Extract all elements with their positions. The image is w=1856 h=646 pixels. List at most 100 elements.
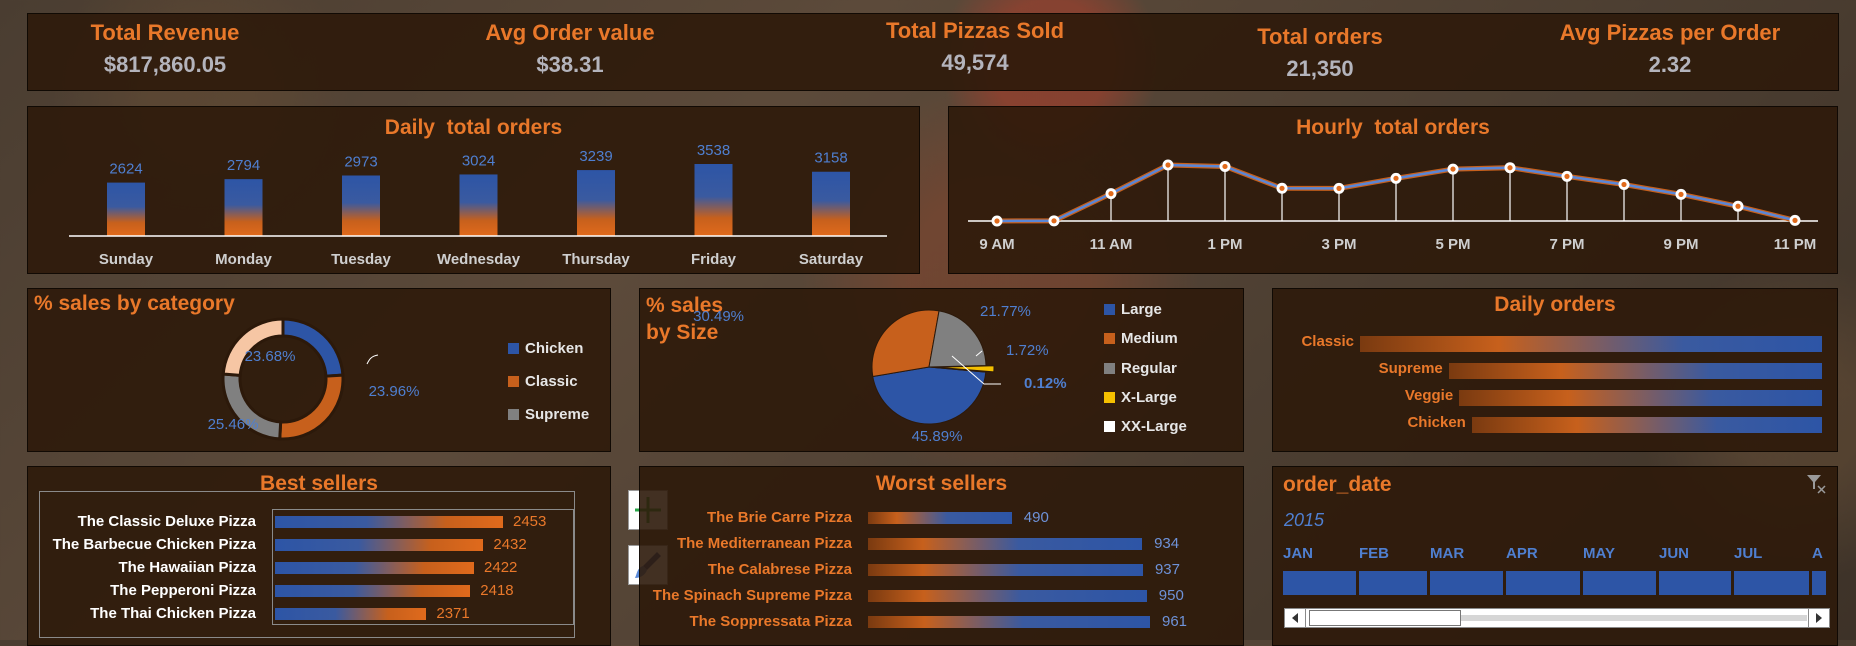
worst-seller-value: 961 xyxy=(1162,613,1188,630)
legend-swatch xyxy=(508,376,519,387)
daily-category-label: Wednesday xyxy=(437,251,521,268)
daily-bar-value: 2973 xyxy=(344,153,377,170)
best-seller-bar xyxy=(275,608,427,620)
donut-slice-label: 23.68% xyxy=(245,348,296,365)
best-seller-value: 2371 xyxy=(436,605,470,622)
kpi-value: 49,574 xyxy=(941,50,1009,75)
worst-sellers-title: Worst sellers xyxy=(875,472,1008,495)
timeline-month-label: MAR xyxy=(1430,545,1465,562)
kpi-label: Avg Order value xyxy=(485,20,655,45)
legend-large: Large xyxy=(1104,301,1162,318)
best-seller-bar xyxy=(275,516,503,528)
kpi-total-orders: Total orders 21,350 xyxy=(1180,24,1460,82)
data-point-core xyxy=(1678,191,1684,197)
legend-label: X-Large xyxy=(1121,389,1177,406)
data-point-core xyxy=(1393,175,1399,181)
timeline-month-label: APR xyxy=(1506,545,1538,562)
kpi-avg-pizzas-per-order: Avg Pizzas per Order 2.32 xyxy=(1510,20,1830,78)
daily-bar-value: 2624 xyxy=(109,161,142,178)
best-seller-bar xyxy=(275,562,475,574)
data-point-core xyxy=(1564,173,1570,179)
data-point-core xyxy=(1165,162,1171,168)
legend-label: Regular xyxy=(1121,360,1177,377)
worst-seller-value: 934 xyxy=(1154,535,1180,552)
slicer-year: 2015 xyxy=(1284,510,1325,530)
scroll-right-button[interactable] xyxy=(1808,609,1829,627)
hourly-total-orders-chart: 9 AM 11 AM 1 PM 3 PM 5 PM 7 PM 9 PM 11 PM xyxy=(968,159,1818,253)
legend-regular: Regular xyxy=(1104,360,1177,377)
data-point-core xyxy=(1621,181,1627,188)
data-point-core xyxy=(1507,165,1513,171)
timeline-month-label: JUL xyxy=(1734,545,1763,562)
legend-chicken: Chicken xyxy=(508,340,583,357)
timeline-month-cell xyxy=(1359,571,1427,595)
legend-swatch xyxy=(1104,363,1115,374)
worst-seller-bar xyxy=(868,538,1143,550)
donut-slice xyxy=(278,373,345,441)
legend-xx-large: XX-Large xyxy=(1104,418,1187,435)
legend-label: Supreme xyxy=(525,406,590,423)
timeline-month-cell xyxy=(1583,571,1656,595)
legend-label: XX-Large xyxy=(1121,418,1187,435)
timeline-month-label: JUN xyxy=(1659,545,1690,562)
worst-seller-bar xyxy=(868,616,1150,628)
hour-tick-label: 11 PM xyxy=(1774,236,1817,253)
legend-swatch xyxy=(508,343,519,354)
daily-category-label: Saturday xyxy=(799,251,864,268)
timeline-month-label: MAY xyxy=(1583,545,1615,562)
timeline-month-cell xyxy=(1659,571,1731,595)
timeline-month-cell xyxy=(1734,571,1809,595)
daily-orders-category-label: Chicken xyxy=(1407,414,1466,431)
daily-orders-category-label: Supreme xyxy=(1378,360,1443,377)
daily-bar xyxy=(342,175,380,236)
legend-swatch xyxy=(1104,333,1115,344)
hourly-total-orders-title: Hourly total orders xyxy=(1296,116,1490,139)
kpi-avg-order-value: Avg Order value $38.31 xyxy=(420,20,720,78)
kpi-value: 21,350 xyxy=(1286,56,1354,81)
legend-swatch xyxy=(508,409,519,420)
best-seller-label: The Hawaiian Pizza xyxy=(118,559,256,576)
daily-category-label: Monday xyxy=(215,251,272,268)
best-seller-label: The Barbecue Chicken Pizza xyxy=(52,536,256,553)
daily-total-orders-chart: 2624 Sunday 2794 Monday 2973 Tuesday 3024 Wedne… xyxy=(69,142,887,268)
pie-slice xyxy=(872,366,987,425)
timeline-month-label: JAN xyxy=(1283,545,1314,562)
daily-orders-bar xyxy=(1471,417,1822,433)
slicer-scrollbar[interactable] xyxy=(1284,608,1830,628)
legend-label: Classic xyxy=(525,373,578,390)
daily-bar-value: 3239 xyxy=(579,148,612,165)
clear-filter-icon[interactable] xyxy=(1805,472,1827,494)
kpi-label: Total Pizzas Sold xyxy=(885,18,1065,43)
hour-tick-label: 3 PM xyxy=(1321,236,1356,253)
scroll-track[interactable] xyxy=(1461,615,1807,621)
timeline-month-label: A xyxy=(1812,545,1823,562)
worst-seller-bar xyxy=(868,590,1147,602)
best-seller-value: 2422 xyxy=(484,559,518,576)
legend-x-large: X-Large xyxy=(1104,389,1177,406)
best-seller-value: 2453 xyxy=(513,513,547,530)
best-seller-label: The Classic Deluxe Pizza xyxy=(77,513,256,530)
donut-slice-label: 23.96% xyxy=(369,383,420,400)
legend-swatch xyxy=(1104,392,1115,403)
kpi-total-revenue: Total Revenue $817,860.05 xyxy=(40,20,290,78)
worst-seller-value: 490 xyxy=(1023,509,1049,526)
daily-bar xyxy=(812,171,850,236)
pie-slice-label: 0.12% xyxy=(1024,375,1067,392)
data-point-core xyxy=(1108,191,1114,197)
daily-bar-value: 2794 xyxy=(227,157,260,174)
scroll-left-button[interactable] xyxy=(1285,609,1306,627)
worst-seller-label: The Mediterranean Pizza xyxy=(676,535,852,552)
daily-category-label: Sunday xyxy=(99,251,154,268)
legend-swatch xyxy=(1104,304,1115,315)
donut-slice-label: 25.46% xyxy=(208,416,259,433)
data-point-core xyxy=(1279,185,1285,191)
data-point-core xyxy=(1051,218,1057,224)
kpi-total-pizzas-sold: Total Pizzas Sold 49,574 xyxy=(820,18,1130,76)
scroll-thumb[interactable] xyxy=(1309,610,1461,626)
daily-bar xyxy=(694,164,733,236)
timeline-month-cell xyxy=(1430,571,1503,595)
hour-tick-label: 1 PM xyxy=(1207,236,1242,253)
hour-tick-label: 9 PM xyxy=(1663,236,1698,253)
kpi-value: $817,860.05 xyxy=(103,52,227,77)
hour-tick-label: 11 AM xyxy=(1090,236,1133,253)
